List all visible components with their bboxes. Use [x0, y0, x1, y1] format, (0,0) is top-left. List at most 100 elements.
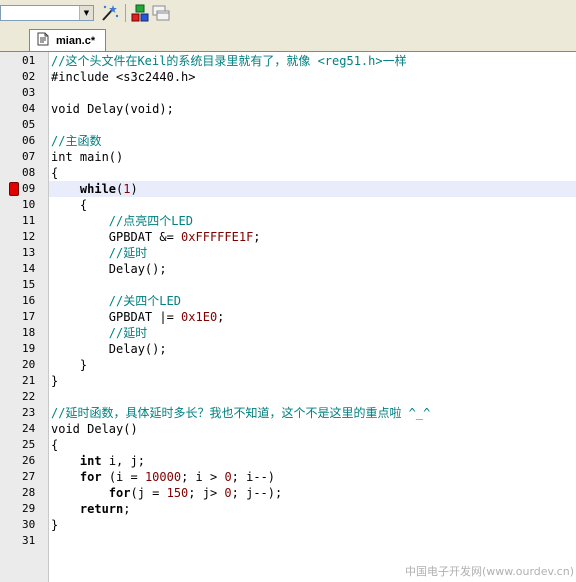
code-token: }: [51, 374, 59, 388]
code-token: for: [79, 470, 102, 484]
code-text: //延时: [51, 245, 147, 261]
code-text: {: [51, 197, 87, 213]
code-line[interactable]: 30}: [0, 517, 576, 533]
code-token: //延时: [51, 246, 148, 260]
code-token: }: [51, 518, 59, 532]
code-token: ;: [217, 310, 225, 324]
line-number: 02: [22, 70, 36, 83]
code-line[interactable]: 06 //主函数: [0, 133, 576, 149]
target-combo[interactable]: ▼: [0, 5, 94, 21]
code-text: return;: [51, 501, 131, 517]
code-line[interactable]: 23 //延时函数，具体延时多长？我也不知道，这个不是这里的重点啦 ^_^: [0, 405, 576, 421]
code-text: Delay();: [51, 261, 167, 277]
code-line[interactable]: 29 return;: [0, 501, 576, 517]
code-line[interactable]: 21}: [0, 373, 576, 389]
code-text: void Delay(void);: [51, 101, 174, 117]
code-token: //这个头文件在Keil的系统目录里就有了，就像 <reg51.h>一样: [51, 54, 407, 68]
line-number: 11: [22, 214, 36, 227]
code-line[interactable]: 24 void Delay(): [0, 421, 576, 437]
code-token: while: [79, 182, 117, 196]
line-number: 19: [22, 342, 36, 355]
code-token: Delay();: [51, 342, 167, 356]
line-number: 24: [22, 422, 36, 435]
code-line[interactable]: 18 //延时: [0, 325, 576, 341]
code-token: int main(): [51, 150, 124, 164]
code-token: 0x1E0: [181, 310, 218, 324]
code-line[interactable]: 27 for (i = 10000; i > 0; i--): [0, 469, 576, 485]
code-line[interactable]: 20 }: [0, 357, 576, 373]
code-line[interactable]: 25 {: [0, 437, 576, 453]
code-line[interactable]: 03: [0, 85, 576, 101]
code-token: GPBDAT |=: [51, 310, 182, 324]
watermark: 中国电子开发网(www.ourdev.cn): [404, 565, 574, 578]
code-text: for(j = 150; j> 0; j--);: [51, 485, 282, 501]
code-text: #include <s3c2440.h>: [51, 69, 196, 85]
code-line[interactable]: 12 GPBDAT &= 0xFFFFFE1F;: [0, 229, 576, 245]
line-number: 17: [22, 310, 36, 323]
code-line[interactable]: 26 int i, j;: [0, 453, 576, 469]
c-file-icon: [36, 31, 50, 50]
code-token: 10000: [144, 470, 182, 484]
line-number: 10: [22, 198, 36, 211]
code-text: {: [51, 165, 58, 181]
tab-label: mian.c*: [56, 34, 96, 47]
code-line[interactable]: 02 #include <s3c2440.h>: [0, 69, 576, 85]
code-line[interactable]: 28 for(j = 150; j> 0; j--);: [0, 485, 576, 501]
code-text: {: [51, 437, 58, 453]
window-stack-icon[interactable]: [151, 3, 171, 23]
code-token: 150: [166, 486, 189, 500]
code-token: i, j;: [101, 454, 145, 468]
code-token: 0xFFFFFE1F: [181, 230, 254, 244]
line-number: 21: [22, 374, 36, 387]
line-number: 30: [22, 518, 36, 531]
line-number: 18: [22, 326, 36, 339]
code-token: 0: [224, 486, 232, 500]
toolbar: ▼: [0, 0, 576, 28]
line-number: 22: [22, 390, 36, 403]
code-token: ; i--): [231, 470, 276, 484]
code-token: {: [51, 438, 59, 452]
build-target-icon[interactable]: [130, 3, 150, 23]
code-token: {: [51, 198, 88, 212]
line-number: 31: [22, 534, 36, 547]
chevron-down-icon[interactable]: ▼: [79, 6, 93, 20]
code-line[interactable]: 31: [0, 533, 576, 549]
code-line[interactable]: 16 //关四个LED: [0, 293, 576, 309]
tab-mian-c[interactable]: mian.c*: [29, 29, 107, 51]
code-line[interactable]: 08 {: [0, 165, 576, 181]
code-line[interactable]: 15: [0, 277, 576, 293]
magic-wand-icon[interactable]: [99, 3, 119, 23]
code-token: }: [51, 358, 88, 372]
code-token: void Delay(void);: [51, 102, 174, 116]
code-line[interactable]: 14 Delay();: [0, 261, 576, 277]
code-line[interactable]: 07 int main(): [0, 149, 576, 165]
code-line[interactable]: 05: [0, 117, 576, 133]
line-number: 13: [22, 246, 36, 259]
code-text: //点亮四个LED: [51, 213, 193, 229]
code-token: Delay();: [51, 262, 167, 276]
code-line[interactable]: 19 Delay();: [0, 341, 576, 357]
code-line[interactable]: 10 {: [0, 197, 576, 213]
code-token: #include <s3c2440.h>: [51, 70, 196, 84]
line-number: 15: [22, 278, 36, 291]
toolbar-separator: [125, 4, 126, 22]
code-line[interactable]: 22: [0, 389, 576, 405]
breakpoint-marker[interactable]: [9, 182, 19, 196]
line-number: 04: [22, 102, 36, 115]
line-number: 05: [22, 118, 36, 131]
line-number: 26: [22, 454, 36, 467]
code-token: int: [79, 454, 102, 468]
code-line[interactable]: 11 //点亮四个LED: [0, 213, 576, 229]
code-token: 1: [123, 182, 131, 196]
code-line[interactable]: 01 //这个头文件在Keil的系统目录里就有了，就像 <reg51.h>一样: [0, 53, 576, 69]
code-token: ;: [253, 230, 261, 244]
code-line[interactable]: 13 //延时: [0, 245, 576, 261]
code-line[interactable]: 09 while(1): [9, 181, 576, 197]
code-line[interactable]: 17 GPBDAT |= 0x1E0;: [0, 309, 576, 325]
line-number: 28: [22, 486, 36, 499]
code-line[interactable]: 04 void Delay(void);: [0, 101, 576, 117]
line-number: 16: [22, 294, 36, 307]
code-text: Delay();: [51, 341, 167, 357]
